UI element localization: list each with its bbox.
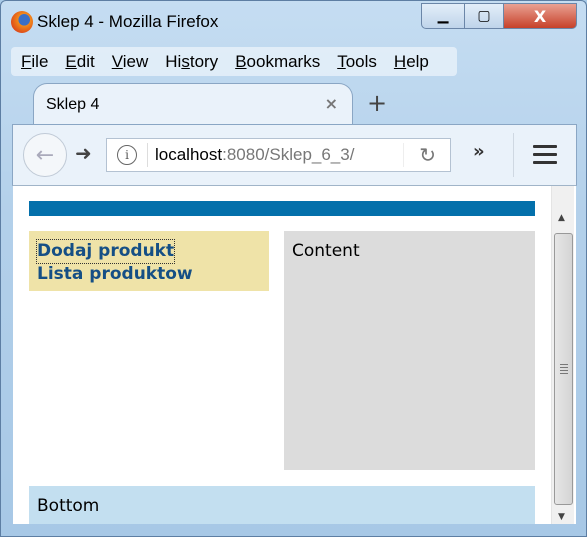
minimize-button[interactable]: ▁ (421, 3, 465, 29)
page-menu: Dodaj produkt Lista produktow (29, 231, 269, 291)
divider (403, 143, 404, 167)
grip-icon (560, 364, 568, 376)
hamburger-menu-icon[interactable] (533, 145, 557, 169)
menu-history[interactable]: History (155, 52, 225, 72)
navigation-toolbar: ← ➜ i localhost:8080/Sklep_6_3/ ↻ » (12, 124, 577, 186)
menu-view[interactable]: View (102, 52, 156, 72)
divider (147, 143, 148, 167)
close-button[interactable]: X (503, 3, 577, 29)
page-header-bar (29, 201, 535, 216)
menu-help[interactable]: Help (384, 52, 436, 72)
tab-close-icon[interactable]: × (325, 94, 338, 113)
link-dodaj-produkt[interactable]: Dodaj produkt (35, 239, 176, 264)
tab-sklep-4[interactable]: Sklep 4 × (33, 83, 353, 125)
scroll-up-arrow-icon[interactable]: ▲ (558, 213, 565, 223)
overflow-chevron-icon[interactable]: » (473, 141, 485, 162)
new-tab-button[interactable]: + (367, 89, 387, 117)
window-title: Sklep 4 - Mozilla Firefox (37, 12, 219, 31)
page-footer: Bottom (29, 486, 535, 524)
menu-tools[interactable]: Tools (327, 52, 384, 72)
menu-edit[interactable]: Edit (55, 52, 101, 72)
vertical-scrollbar[interactable]: ▲ ▼ (551, 211, 574, 524)
scrollbar-track-top (551, 186, 574, 211)
scroll-down-arrow-icon[interactable]: ▼ (558, 512, 565, 522)
maximize-icon: ▢ (477, 8, 491, 24)
menu-bookmarks[interactable]: Bookmarks (225, 52, 327, 72)
firefox-logo-icon (11, 11, 33, 33)
page-content: Content (284, 231, 535, 470)
menu-bar: File Edit View History Bookmarks Tools H… (11, 47, 457, 76)
back-arrow-icon: ← (35, 142, 55, 168)
divider (513, 133, 514, 177)
scrollbar-thumb[interactable] (554, 233, 573, 505)
browser-window: Sklep 4 - Mozilla Firefox ▁ ▢ X File Edi… (0, 0, 587, 537)
page-viewport: Dodaj produkt Lista produktow Content Bo… (13, 186, 576, 524)
url-bar[interactable]: i localhost:8080/Sklep_6_3/ ↻ (106, 138, 451, 172)
maximize-button[interactable]: ▢ (464, 3, 504, 29)
close-icon: X (533, 6, 547, 26)
link-lista-produktow[interactable]: Lista produktow (37, 263, 193, 286)
minimize-icon: ▁ (437, 8, 449, 24)
tab-title: Sklep 4 (46, 96, 100, 113)
forward-button[interactable]: ➜ (75, 141, 92, 165)
info-icon[interactable]: i (117, 145, 137, 165)
url-text[interactable]: localhost:8080/Sklep_6_3/ (155, 145, 354, 165)
menu-file[interactable]: File (11, 52, 55, 72)
forward-arrow-icon: ➜ (75, 141, 92, 165)
back-button[interactable]: ← (23, 133, 67, 177)
reload-icon[interactable]: ↻ (419, 143, 436, 167)
